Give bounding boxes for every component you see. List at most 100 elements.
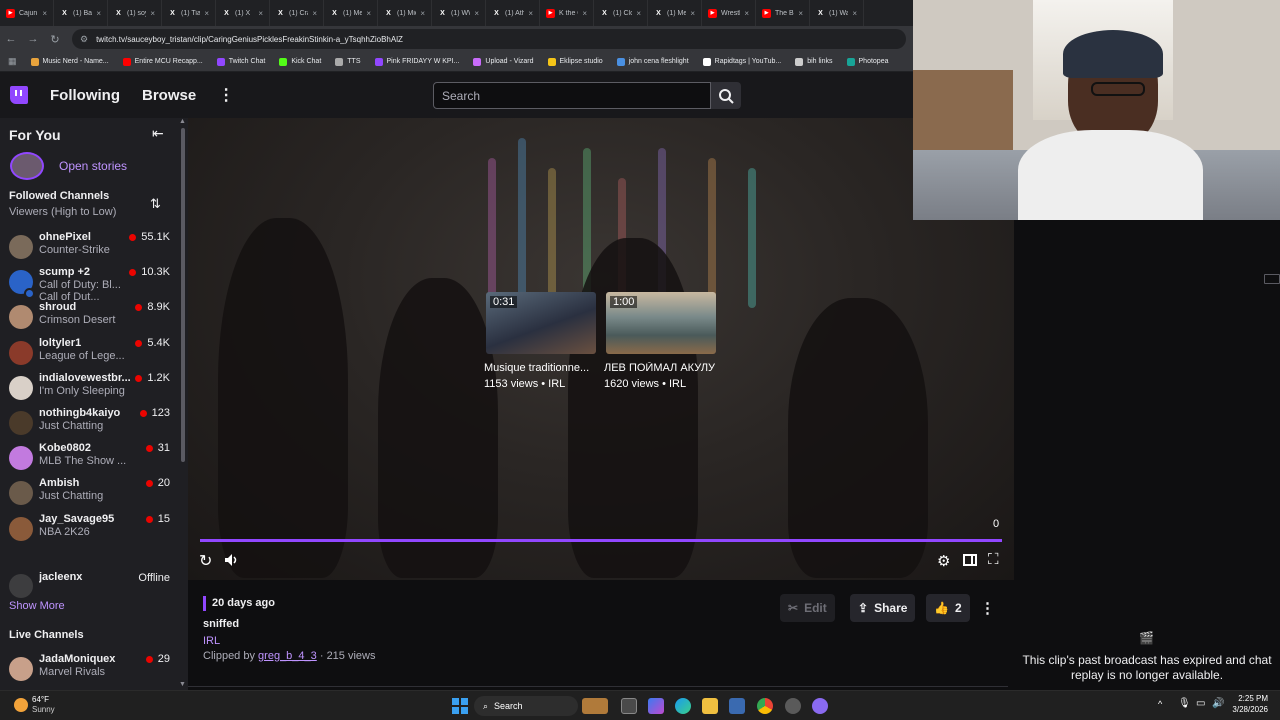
browser-tab[interactable]: ▶ K the C × bbox=[540, 0, 594, 26]
scroll-up-icon[interactable]: ▲ bbox=[179, 118, 186, 125]
bookmark-item[interactable]: TTS bbox=[335, 57, 361, 66]
browser-tab[interactable]: ▶ Cajun C × bbox=[0, 0, 54, 26]
sidebar-channel[interactable]: nothingb4kaiyo Just Chatting 123 bbox=[0, 407, 180, 442]
windows-start-icon[interactable] bbox=[452, 698, 468, 714]
like-button[interactable]: 👍 2 bbox=[926, 594, 970, 622]
open-stories-link[interactable]: Open stories bbox=[59, 159, 127, 173]
settings-gear-icon[interactable]: ⚙ bbox=[937, 552, 950, 570]
browser-tab[interactable]: X (1) Wan × bbox=[810, 0, 864, 26]
browser-tab[interactable]: X (1) Athl × bbox=[486, 0, 540, 26]
video-player[interactable]: 0:31 Musique traditionne... 1153 views •… bbox=[188, 118, 1014, 580]
bookmark-item[interactable]: Music Nerd - Name... bbox=[30, 57, 109, 66]
sidebar-channel[interactable]: Kobe0802 MLB The Show ... 31 bbox=[0, 442, 180, 477]
chat-side-handle[interactable] bbox=[1264, 274, 1280, 284]
copilot-icon[interactable] bbox=[648, 698, 664, 714]
sidebar-channel[interactable]: indialovewestbr... I'm Only Sleeping 1.2K bbox=[0, 372, 180, 407]
network-icon[interactable]: ▭ bbox=[1196, 698, 1205, 709]
back-icon[interactable]: ← bbox=[0, 33, 22, 45]
tab-close-icon[interactable]: × bbox=[744, 9, 749, 18]
store-icon[interactable] bbox=[729, 698, 745, 714]
fullscreen-icon[interactable]: ⛶ bbox=[988, 551, 999, 568]
chrome-icon[interactable] bbox=[757, 698, 773, 714]
weather-temp[interactable]: 64°F bbox=[32, 695, 49, 704]
tab-close-icon[interactable]: × bbox=[204, 9, 209, 18]
browser-tab[interactable]: ▶ The BE × bbox=[756, 0, 810, 26]
collapse-sidebar-icon[interactable]: ⇤ bbox=[152, 125, 164, 142]
news-widget-icon[interactable] bbox=[582, 698, 608, 714]
sidebar-channel[interactable]: Jay_Savage95 NBA 2K26 15 bbox=[0, 513, 180, 548]
browser-tab[interactable]: X (1) Mich × bbox=[378, 0, 432, 26]
share-button[interactable]: ⇪ Share bbox=[850, 594, 916, 622]
taskbar-search[interactable]: ⌕ Search bbox=[474, 696, 578, 716]
clip-category-link[interactable]: IRL bbox=[203, 635, 220, 647]
discord-icon[interactable] bbox=[812, 698, 828, 714]
more-menu-icon[interactable]: ⋮ bbox=[218, 85, 234, 105]
browser-tab[interactable]: X (1) soy × bbox=[108, 0, 162, 26]
bookmark-item[interactable]: Upload - Vizard bbox=[473, 57, 534, 66]
tab-close-icon[interactable]: × bbox=[420, 9, 425, 18]
recommended-clip-2-thumbnail[interactable]: 1:00 bbox=[606, 292, 716, 354]
tab-close-icon[interactable]: × bbox=[474, 9, 479, 18]
url-field[interactable]: ⚙ twitch.tv/sauceyboy_tristan/clip/Carin… bbox=[72, 29, 906, 49]
bookmark-item[interactable]: Entire MCU Recapp... bbox=[122, 57, 203, 66]
sidebar-channel[interactable]: ohnePixel Counter-Strike 55.1K bbox=[0, 231, 180, 266]
show-more-link[interactable]: Show More bbox=[9, 600, 65, 612]
speaker-icon[interactable]: 🔊 bbox=[1212, 698, 1224, 709]
tab-close-icon[interactable]: × bbox=[690, 9, 695, 18]
browser-tab[interactable]: X (1) WW × bbox=[432, 0, 486, 26]
search-input[interactable]: Search bbox=[433, 82, 711, 109]
tab-close-icon[interactable]: × bbox=[312, 9, 317, 18]
browser-tab[interactable]: X (1) Med × bbox=[324, 0, 378, 26]
tab-close-icon[interactable]: × bbox=[852, 9, 857, 18]
sidebar-channel[interactable]: loltyler1 League of Lege... 5.4K bbox=[0, 337, 180, 372]
stories-button[interactable] bbox=[10, 152, 44, 180]
browser-tab[interactable]: X (1) Craz × bbox=[270, 0, 324, 26]
clipper-link[interactable]: greg_b_4_3 bbox=[258, 650, 317, 662]
sidebar-channel[interactable]: shroud Crimson Desert 8.9K bbox=[0, 301, 180, 336]
site-info-icon[interactable]: ⚙ bbox=[80, 34, 88, 45]
replay-icon[interactable]: ↻ bbox=[199, 551, 212, 571]
tab-close-icon[interactable]: × bbox=[528, 9, 533, 18]
tab-close-icon[interactable]: × bbox=[96, 9, 101, 18]
bookmark-item[interactable]: Pink FRIDAYY W KPI... bbox=[374, 57, 459, 66]
sidebar-scroll-thumb[interactable] bbox=[181, 128, 185, 462]
theatre-mode-icon[interactable] bbox=[963, 554, 977, 566]
following-link[interactable]: Following bbox=[50, 87, 120, 104]
tab-close-icon[interactable]: × bbox=[150, 9, 155, 18]
tab-close-icon[interactable]: × bbox=[42, 9, 47, 18]
recommended-clip-1-thumbnail[interactable]: 0:31 bbox=[486, 292, 596, 354]
task-view-icon[interactable] bbox=[621, 698, 637, 714]
bookmark-item[interactable]: Rapidtags | YouTub... bbox=[702, 57, 781, 66]
tab-close-icon[interactable]: × bbox=[636, 9, 641, 18]
recommended-clip-1-title[interactable]: Musique traditionne... bbox=[484, 362, 600, 374]
tab-close-icon[interactable]: × bbox=[366, 9, 371, 18]
browser-tab[interactable]: X (1) Bad× bbox=[54, 0, 108, 26]
live-channel[interactable]: JadaMoniquex Marvel Rivals 29 bbox=[0, 653, 180, 688]
tray-chevron-icon[interactable]: ^ bbox=[1158, 699, 1162, 709]
bookmark-item[interactable]: Kick Chat bbox=[279, 57, 321, 66]
bookmark-item[interactable]: Twitch Chat bbox=[216, 57, 265, 66]
volume-button[interactable] bbox=[223, 552, 239, 573]
browse-link[interactable]: Browse bbox=[142, 87, 196, 104]
browser-tab[interactable]: X (1) X × bbox=[216, 0, 270, 26]
bookmark-item[interactable]: bih links bbox=[795, 57, 833, 66]
tab-close-icon[interactable]: × bbox=[798, 9, 803, 18]
browser-tab[interactable]: X (1) Clov × bbox=[594, 0, 648, 26]
twitch-logo-icon[interactable] bbox=[10, 86, 28, 104]
obs-icon[interactable] bbox=[785, 698, 801, 714]
sort-toggle-icon[interactable]: ⇅ bbox=[150, 196, 161, 212]
tab-close-icon[interactable]: × bbox=[582, 9, 587, 18]
apps-icon[interactable]: ▦ bbox=[8, 56, 17, 67]
bookmark-item[interactable]: Photopea bbox=[846, 57, 889, 66]
more-options-icon[interactable]: ⋮ bbox=[980, 599, 995, 617]
browser-tab[interactable]: X (1) Tian × bbox=[162, 0, 216, 26]
mic-icon[interactable]: 🎙 bbox=[1178, 698, 1191, 709]
bookmark-item[interactable]: john cena fleshlight bbox=[616, 57, 689, 66]
progress-bar[interactable] bbox=[200, 539, 1002, 542]
edge-icon[interactable] bbox=[675, 698, 691, 714]
search-button[interactable] bbox=[711, 82, 741, 109]
recommended-clip-2-title[interactable]: ЛЕВ ПОЙМАЛ АКУЛУ bbox=[604, 362, 720, 374]
clock-time[interactable]: 2:25 PM bbox=[1234, 694, 1268, 703]
browser-tab[interactable]: ▶ Wrestlin × bbox=[702, 0, 756, 26]
edit-button[interactable]: ✂ Edit bbox=[780, 594, 835, 622]
